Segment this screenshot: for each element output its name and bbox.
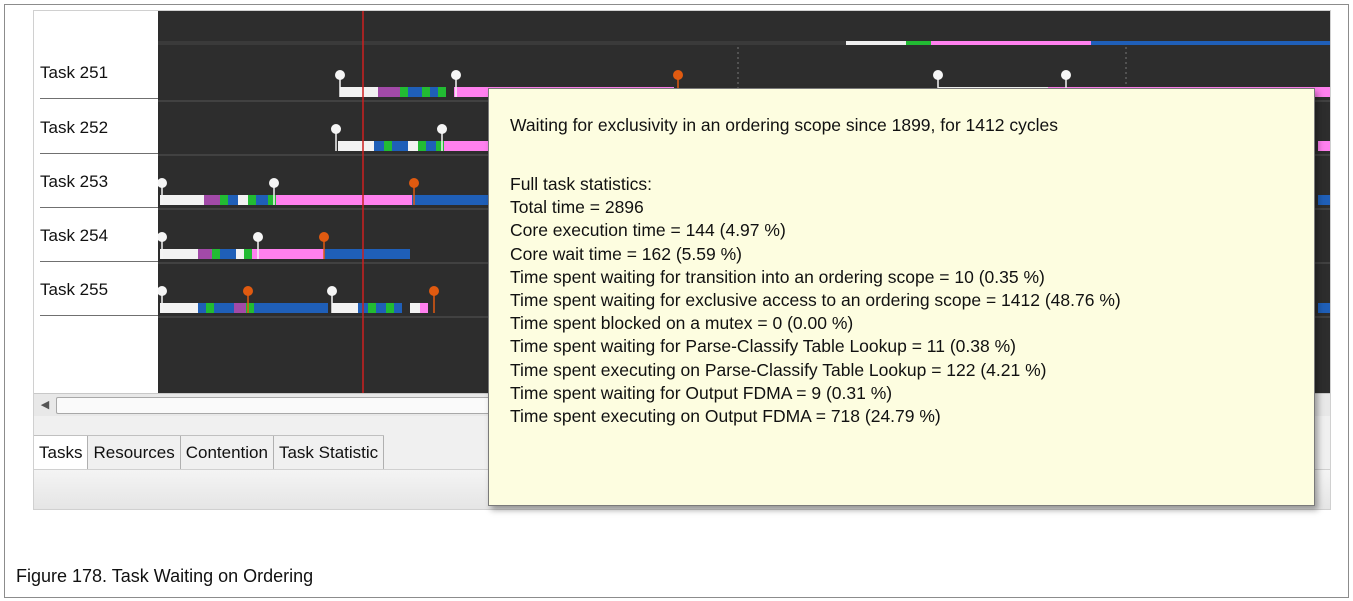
row-label-task-253[interactable]: Task 253: [40, 156, 158, 208]
row-label-task-252[interactable]: Task 252: [40, 102, 158, 154]
tooltip-line: Time spent blocked on a mutex = 0 (0.00 …: [510, 313, 854, 334]
tooltip-header: Waiting for exclusivity in an ordering s…: [510, 115, 1058, 135]
tab-contention[interactable]: Contention: [180, 436, 274, 469]
tooltip-line: Time spent waiting for exclusive access …: [510, 289, 1121, 310]
tooltip-line: Core execution time = 144 (4.97 %): [510, 220, 786, 241]
tooltip-line: Time spent waiting for Output FDMA = 9 (…: [510, 382, 893, 403]
scroll-left-arrow-icon[interactable]: ◀: [38, 397, 52, 413]
tooltip-line: Time spent waiting for transition into a…: [510, 266, 1045, 287]
top-strip-segment: [846, 41, 906, 45]
tooltip-line: Core wait time = 162 (5.59 %): [510, 243, 742, 264]
tooltip-line: Total time = 2896: [510, 197, 644, 218]
task-254-bars[interactable]: [160, 249, 410, 259]
row-labels-panel: Task 251 Task 252 Task 253 Task 254 Task…: [34, 11, 158, 393]
tooltip-line: Time spent executing on Parse-Classify T…: [510, 359, 1047, 380]
tooltip-statistics-list: Full task statistics: Total time = 2896 …: [510, 173, 1121, 428]
tooltip-line: Time spent executing on Output FDMA = 71…: [510, 405, 941, 426]
row-label-task-255[interactable]: Task 255: [40, 264, 158, 316]
view-tab-bar: Tasks Resources Contention Task Statisti…: [34, 435, 385, 470]
row-label-task-251[interactable]: Task 251: [40, 47, 158, 99]
task-statistics-tooltip: Waiting for exclusivity in an ordering s…: [488, 88, 1315, 506]
top-strip-segment: [1091, 41, 1330, 45]
scrollbar-thumb[interactable]: [56, 397, 518, 414]
tab-tasks[interactable]: Tasks: [34, 436, 89, 469]
row-label-task-254[interactable]: Task 254: [40, 210, 158, 262]
tab-task-statistics[interactable]: Task Statistic: [273, 436, 385, 469]
tab-resources[interactable]: Resources: [88, 436, 181, 469]
top-strip-segment: [906, 41, 931, 45]
top-strip-segment: [931, 41, 1091, 45]
tooltip-line: Time spent waiting for Parse-Classify Ta…: [510, 336, 1016, 357]
figure-caption: Figure 178. Task Waiting on Ordering: [16, 566, 314, 586]
tooltip-line: Full task statistics:: [510, 174, 652, 194]
